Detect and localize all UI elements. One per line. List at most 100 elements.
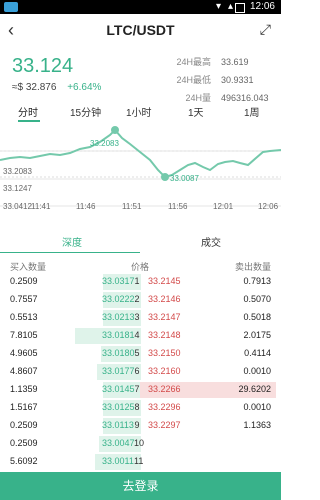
fullscreen-icon[interactable]: ⤢ bbox=[260, 21, 271, 38]
bid-price: 33.0180 bbox=[102, 348, 135, 358]
bid-price: 33.0222 bbox=[102, 294, 135, 304]
row-index: 5 bbox=[134, 348, 140, 358]
ask-price: 33.2145 bbox=[148, 276, 181, 286]
book-row: 7.8105 33.0181 4 33.2148 2.0175 bbox=[0, 328, 281, 346]
last-price: 33.124 bbox=[12, 55, 74, 77]
ask-price: 33.2266 bbox=[148, 384, 181, 394]
ask-qty: 0.0010 bbox=[243, 366, 271, 376]
row-index: 2 bbox=[134, 294, 140, 304]
ask-price: 33.2160 bbox=[148, 366, 181, 376]
bid-price: 33.0213 bbox=[102, 312, 135, 322]
x-label-1141: 11:41 bbox=[31, 202, 51, 211]
row-index: 8 bbox=[134, 402, 140, 412]
row-index: 6 bbox=[134, 366, 140, 376]
bid-qty: 4.8607 bbox=[10, 366, 38, 376]
bid-price: 33.0177 bbox=[102, 366, 135, 376]
battery-icon bbox=[235, 3, 245, 13]
y-label-top: 33.2083 bbox=[3, 167, 32, 176]
order-book: 0.2509 33.0317 1 33.2145 0.7913 0.7557 3… bbox=[0, 274, 281, 472]
x-label-1151: 11:51 bbox=[122, 202, 142, 211]
bid-qty: 0.2509 bbox=[10, 420, 38, 430]
x-label-1201: 12:01 bbox=[213, 202, 234, 211]
book-row: 0.7557 33.0222 2 33.2146 0.5070 bbox=[0, 292, 281, 310]
tab-15min[interactable]: 15分钟 bbox=[70, 104, 101, 119]
login-button[interactable]: 去登录 bbox=[0, 472, 281, 500]
ask-qty: 2.0175 bbox=[243, 330, 271, 340]
interval-tabs: 分时 15分钟 1小时 1天 1周 bbox=[0, 100, 281, 122]
low-marker bbox=[161, 173, 169, 181]
tab-trades[interactable]: 成交 bbox=[201, 234, 221, 249]
ask-price: 33.2147 bbox=[148, 312, 181, 322]
bid-price: 33.0047 bbox=[102, 438, 135, 448]
bid-qty: 0.5513 bbox=[10, 312, 38, 322]
col-sell-qty: 卖出数量 bbox=[234, 262, 271, 272]
price-line bbox=[0, 128, 281, 179]
high-label: 24H最高 bbox=[176, 57, 211, 67]
x-label-1156: 11:56 bbox=[168, 202, 188, 211]
book-row: 1.5167 33.0125 8 33.2296 0.0010 bbox=[0, 400, 281, 418]
bid-qty: 0.2509 bbox=[10, 438, 38, 448]
y-label-bottom: 33.0412 bbox=[3, 202, 32, 211]
row-index: 9 bbox=[134, 420, 140, 430]
header: ‹ LTC/USDT ⤢ bbox=[0, 14, 281, 46]
book-row: 0.2509 33.0113 9 33.2297 1.1363 bbox=[0, 418, 281, 436]
ask-price: 33.2297 bbox=[148, 420, 181, 430]
ask-qty: 0.0010 bbox=[243, 402, 271, 412]
row-index: 1 bbox=[134, 276, 140, 286]
price-chart: 33.2083 33.1247 33.0412 33.2083 33.0087 … bbox=[0, 126, 281, 211]
row-index: 7 bbox=[134, 384, 140, 394]
ask-price: 33.2150 bbox=[148, 348, 181, 358]
low-label: 24H最低 bbox=[176, 75, 211, 85]
col-buy-qty: 买入数量 bbox=[10, 262, 47, 272]
tab-depth[interactable]: 深度 bbox=[62, 234, 82, 249]
high-marker bbox=[111, 126, 119, 134]
active-book-underline bbox=[0, 252, 140, 253]
row-index: 10 bbox=[134, 438, 145, 448]
book-row: 0.5513 33.0213 3 33.2147 0.5018 bbox=[0, 310, 281, 328]
tab-time-share[interactable]: 分时 bbox=[18, 104, 38, 119]
wifi-icon: ▾ bbox=[215, 1, 221, 12]
bid-qty: 0.2509 bbox=[10, 276, 38, 286]
tab-1w[interactable]: 1周 bbox=[244, 104, 260, 119]
status-time: 12:06 bbox=[249, 1, 275, 12]
ask-qty: 1.1363 bbox=[243, 420, 271, 430]
book-row: 5.6092 33.0011 11 bbox=[0, 454, 281, 472]
ask-qty: 0.4114 bbox=[244, 348, 271, 358]
book-row: 4.8607 33.0177 6 33.2160 0.0010 bbox=[0, 364, 281, 382]
bid-price: 33.0113 bbox=[102, 420, 134, 430]
bid-price: 33.0145 bbox=[102, 384, 135, 394]
y-label-mid: 33.1247 bbox=[3, 184, 32, 193]
bid-qty: 1.1359 bbox=[10, 384, 38, 394]
row-index: 11 bbox=[134, 456, 144, 466]
ask-price: 33.2296 bbox=[148, 402, 181, 412]
bid-qty: 4.9605 bbox=[10, 348, 38, 358]
ask-price: 33.2146 bbox=[148, 294, 181, 304]
bid-qty: 7.8105 bbox=[10, 330, 38, 340]
ask-qty: 29.6202 bbox=[238, 384, 271, 394]
col-price: 价格 bbox=[131, 262, 150, 272]
fiat-price: ≈$ 32.876 bbox=[12, 82, 57, 93]
x-label-1146: 11:46 bbox=[76, 202, 96, 211]
book-row: 0.2509 33.0047 10 bbox=[0, 436, 281, 454]
ticker-sub: ≈$ 32.876 +6.64% bbox=[12, 82, 101, 93]
low-mark-label: 33.0087 bbox=[170, 174, 199, 183]
ask-qty: 0.5018 bbox=[243, 312, 271, 322]
book-row: 1.1359 33.0145 7 33.2266 29.6202 bbox=[0, 382, 281, 400]
low-value: 30.9331 bbox=[221, 75, 254, 85]
bid-qty: 1.5167 bbox=[10, 402, 38, 412]
tab-1d[interactable]: 1天 bbox=[188, 104, 204, 119]
bid-price: 33.0317 bbox=[102, 276, 135, 286]
row-index: 4 bbox=[134, 330, 140, 340]
status-bar: ▾ ▴ 12:06 bbox=[0, 0, 281, 14]
bid-qty: 0.7557 bbox=[10, 294, 38, 304]
tab-1h[interactable]: 1小时 bbox=[126, 104, 152, 119]
signal-icon: ▴ bbox=[227, 1, 233, 12]
bid-price: 33.0125 bbox=[102, 402, 135, 412]
ask-qty: 0.7913 bbox=[243, 276, 271, 286]
page-title: LTC/USDT bbox=[106, 22, 175, 38]
high-value: 33.619 bbox=[221, 57, 249, 67]
change-percent: +6.64% bbox=[67, 82, 102, 93]
row-index: 3 bbox=[134, 312, 140, 322]
ask-qty: 0.5070 bbox=[243, 294, 271, 304]
x-label-1206: 12:06 bbox=[258, 202, 279, 211]
